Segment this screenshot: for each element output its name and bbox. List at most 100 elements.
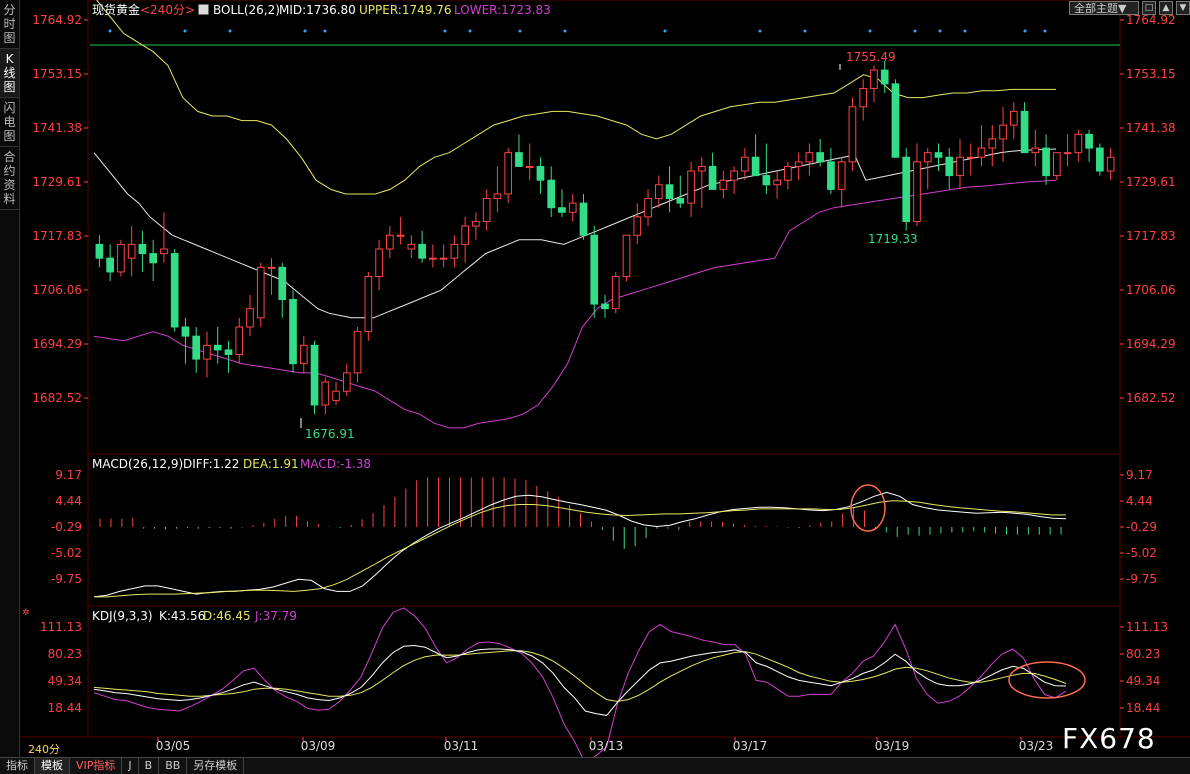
candle-body (1085, 133, 1093, 149)
signal-dot (868, 29, 872, 33)
candle-body (515, 152, 523, 167)
x-axis-label: 03/11 (444, 739, 479, 753)
x-axis-label: 03/09 (301, 739, 336, 753)
candle-body (1052, 152, 1061, 177)
y-tick-label-left: 1764.92 (32, 13, 82, 27)
candle-body (482, 198, 491, 222)
high-price-label: 1755.49 (846, 50, 896, 64)
period-tag: <240分> (140, 3, 195, 17)
candle-body (1031, 147, 1040, 154)
signal-dot (663, 29, 667, 33)
y-tick-label-left: 1753.15 (32, 67, 82, 81)
y-tick-label-right: 1706.06 (1126, 283, 1176, 297)
macd-y-tick-left: -5.02 (51, 546, 82, 560)
window-button-up[interactable]: ▲ (1159, 1, 1173, 15)
window-button-restore[interactable]: □ (1142, 1, 1156, 15)
candle-body (299, 344, 308, 365)
window-button-down[interactable]: ▼ (1176, 1, 1190, 15)
candle-body (386, 234, 394, 250)
candle-body (256, 266, 265, 319)
sidebar-tab-label: 闪电图 (3, 101, 16, 143)
candle-body (880, 69, 889, 85)
kdj-j-line (93, 607, 1067, 765)
candle-body (278, 266, 287, 300)
candle-body (805, 152, 814, 163)
settings-icon[interactable]: ✲ (22, 608, 30, 618)
signal-dot (518, 29, 522, 33)
x-axis-label: 03/05 (156, 739, 191, 753)
macd-y-tick-left: -9.75 (51, 572, 82, 586)
bottom-tab-bb[interactable]: BB (159, 758, 188, 774)
candle-body (181, 326, 190, 337)
signal-dot (938, 29, 942, 33)
candle-body (1020, 110, 1029, 154)
bottom-tab-template[interactable]: 模板 (35, 758, 70, 774)
candle-body (751, 156, 760, 177)
theme-dropdown[interactable]: 全部主题▼ (1069, 1, 1139, 15)
signal-dot (758, 29, 762, 33)
candle-body (127, 243, 136, 259)
boll-upper-value: UPPER:1749.76 (359, 3, 451, 17)
candle-body (676, 198, 685, 204)
kdj-y-tick-right: 111.13 (1126, 620, 1168, 634)
y-tick-label-right: 1741.38 (1126, 121, 1176, 135)
signal-dot (228, 29, 232, 33)
sidebar-tab-contract[interactable]: 合约资料 (0, 147, 19, 210)
candle-body (310, 344, 319, 406)
y-tick-label-left: 1741.38 (32, 121, 82, 135)
macd-macd-value: MACD:-1.38 (300, 457, 371, 471)
kdj-y-tick-left: 80.23 (48, 647, 82, 661)
candle-body (773, 179, 781, 186)
candle-body (891, 83, 900, 158)
candle-body (117, 243, 125, 273)
candle-body (1096, 147, 1104, 172)
candle-body (622, 234, 631, 278)
bottom-tab-save-template[interactable]: 另存模板 (187, 758, 245, 774)
candle-body (375, 248, 383, 278)
macd-dea-value: DEA:1.91 (243, 457, 299, 471)
candle-body (332, 390, 340, 401)
sidebar-tab-flash[interactable]: 闪电图 (0, 98, 19, 147)
bottom-tab-b[interactable]: B (139, 758, 160, 774)
candle-body (321, 381, 330, 406)
signal-dot (183, 29, 187, 33)
candle-body (697, 165, 706, 172)
signal-dot (913, 29, 917, 33)
candle-body (353, 331, 362, 374)
candle-body (708, 165, 717, 190)
candle-body (213, 344, 222, 351)
candle-body (439, 257, 448, 260)
macd-diff-line (93, 491, 1067, 598)
candle-body (816, 152, 824, 163)
kdj-y-tick-right: 18.44 (1126, 701, 1160, 715)
candle-body (837, 161, 846, 190)
symbol-name: 现货黄金 (92, 2, 140, 17)
period-label[interactable]: 240分 (28, 741, 60, 757)
x-axis-label: 03/23 (1019, 739, 1054, 753)
candle-body (654, 184, 663, 200)
candle-body (827, 161, 835, 190)
y-tick-label-right: 1717.83 (1126, 229, 1176, 243)
candle-body (493, 193, 502, 200)
candle-body (170, 253, 179, 328)
bottom-tab-indicator[interactable]: 指标 (0, 758, 35, 774)
highlight-circle-macd (850, 484, 886, 532)
top-right-controls: 全部主题▼ □ ▲ ▼ (1069, 1, 1190, 17)
kdj-k-value: K:43.56 (159, 609, 205, 623)
boll-lower-line (93, 179, 1057, 429)
candle-body (450, 243, 459, 259)
macd-y-tick-right: -9.75 (1126, 572, 1157, 586)
candle-body (407, 243, 416, 250)
candle-body (687, 170, 695, 204)
bottom-tab-j[interactable]: J (122, 758, 139, 774)
sidebar-tab-timeshare[interactable]: 分时图 (0, 0, 19, 49)
boll-lower-value: LOWER:1723.83 (454, 3, 551, 17)
candle-body (934, 152, 943, 158)
candle-body (794, 161, 803, 167)
kdj-y-tick-right: 80.23 (1126, 647, 1160, 661)
sidebar-tab-kline[interactable]: K线图 (0, 49, 19, 98)
chart-canvas[interactable]: 1764.92 1764.921753.15 1753.151741.38 1741.… (0, 0, 1190, 773)
bottom-tab-vip-indicator[interactable]: VIP指标 (70, 758, 123, 774)
macd-title: MACD(26,12,9) (92, 457, 183, 471)
candle-body (848, 106, 857, 163)
